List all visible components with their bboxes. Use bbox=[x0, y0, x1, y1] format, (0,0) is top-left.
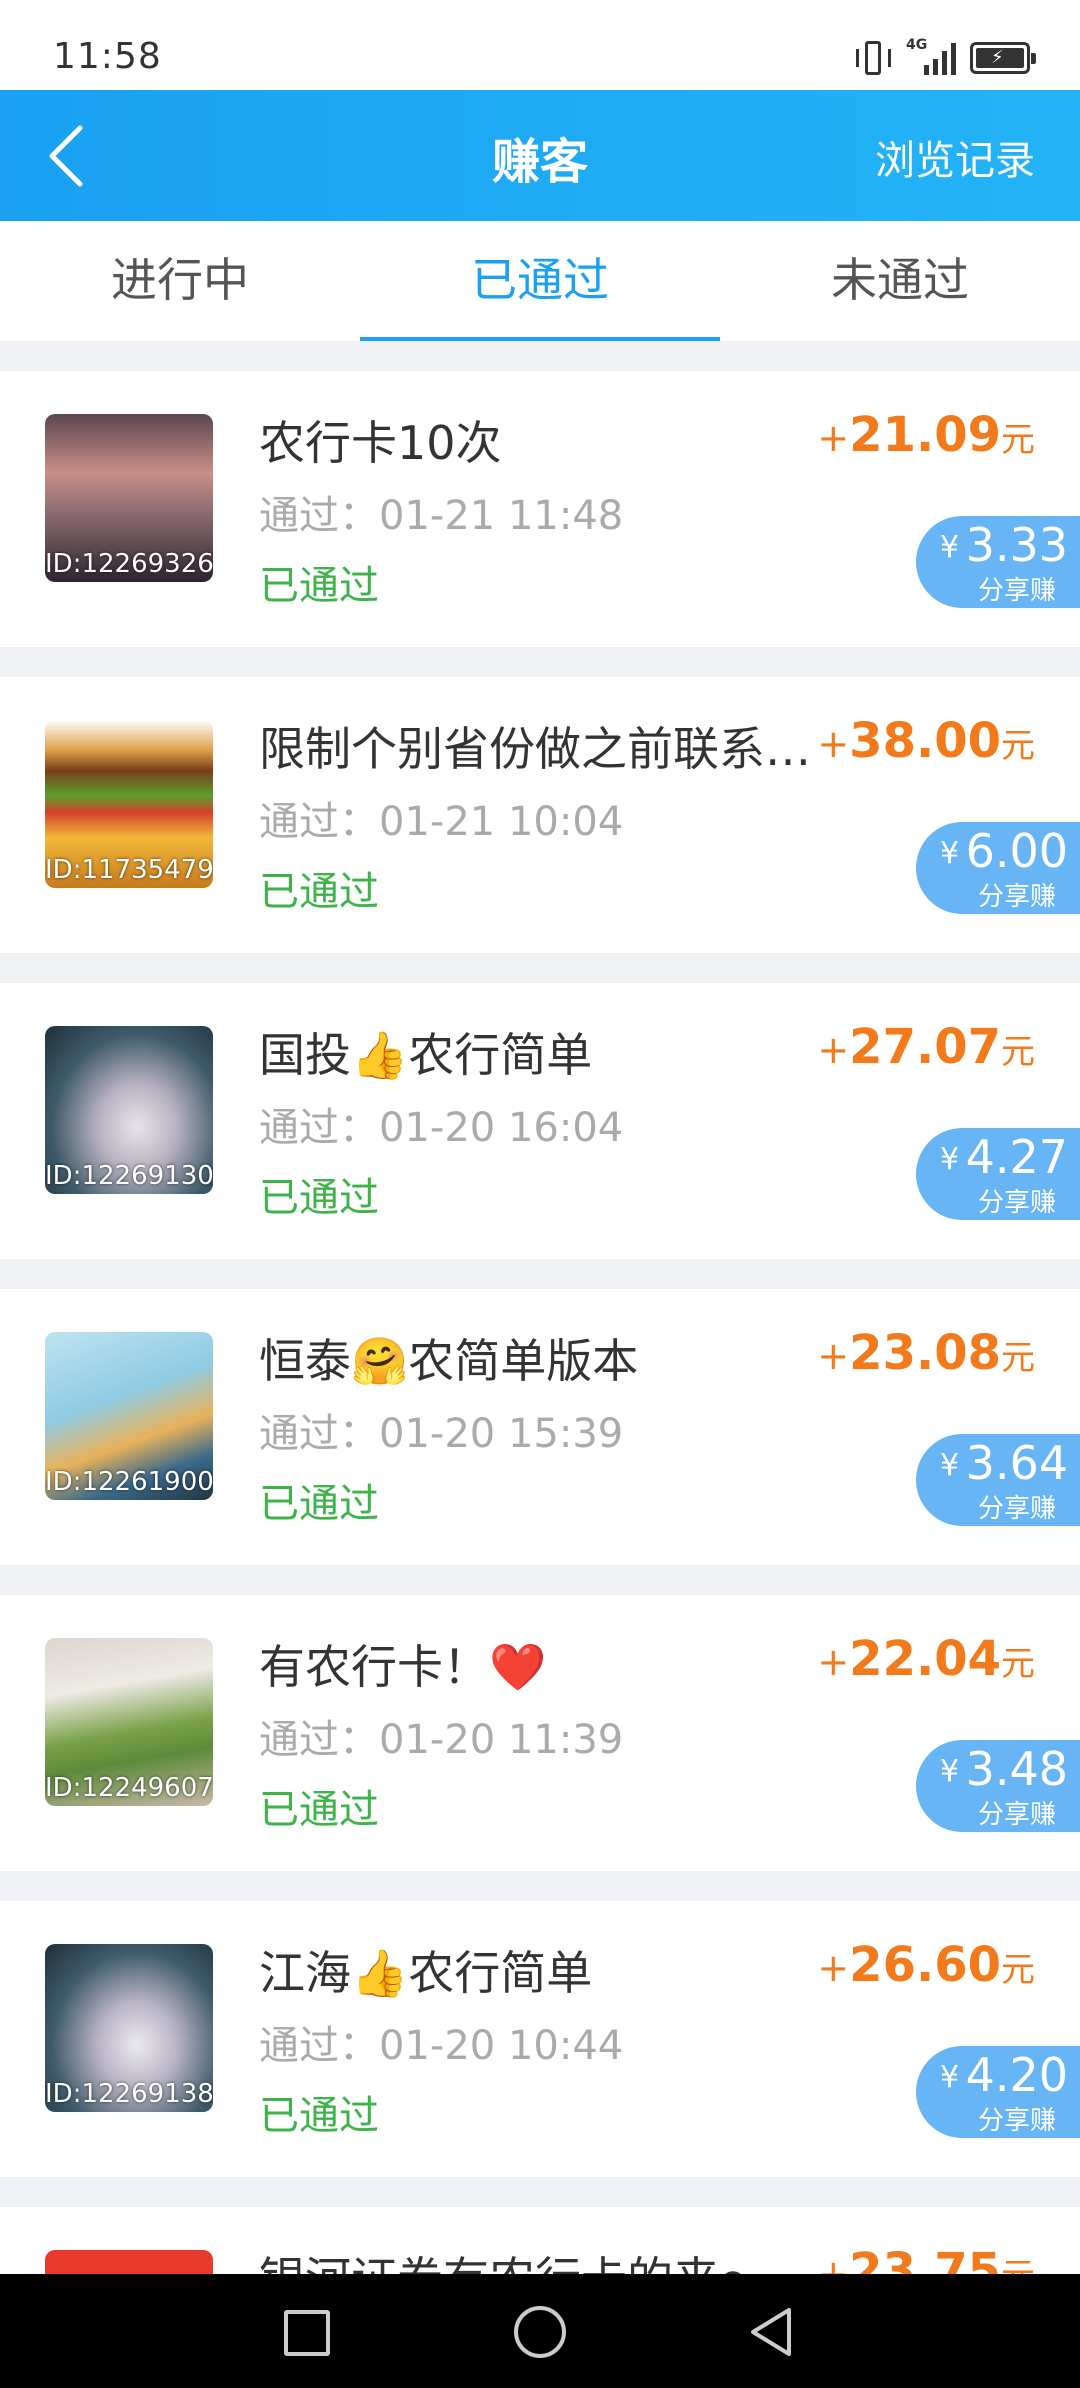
vibrate-icon bbox=[854, 41, 892, 75]
share-value: 3.64 bbox=[965, 1436, 1068, 1490]
task-list: ID:12269326 农行卡10次 通过：01-21 11:48 已通过 +2… bbox=[0, 341, 1080, 2274]
share-label: 分享赚 bbox=[977, 1494, 1056, 1524]
task-title: 有农行卡！❤️ bbox=[259, 1640, 547, 1694]
task-time: 通过：01-20 16:04 bbox=[259, 1105, 624, 1151]
signal-icon: 4G bbox=[906, 37, 956, 75]
battery-icon: ⚡ bbox=[970, 42, 1036, 74]
task-reward: +27.07元 bbox=[817, 1019, 1035, 1075]
status-icons: 4G ⚡ bbox=[854, 37, 1036, 78]
reward-amount: 21.09 bbox=[849, 407, 1001, 463]
task-card[interactable]: ID:12269326 农行卡10次 通过：01-21 11:48 已通过 +2… bbox=[0, 371, 1080, 647]
task-card[interactable]: ID:11735479 限制个别省份做之前联系… 通过：01-21 10:04 … bbox=[0, 677, 1080, 953]
share-value: 3.48 bbox=[965, 1742, 1068, 1796]
task-title: 限制个别省份做之前联系… bbox=[259, 722, 811, 776]
share-earn-button[interactable]: ¥ 3.64 分享赚 bbox=[916, 1434, 1080, 1526]
task-reward: +38.00元 bbox=[817, 713, 1035, 769]
share-value: 4.20 bbox=[965, 2048, 1068, 2102]
share-label: 分享赚 bbox=[977, 1188, 1056, 1218]
reward-amount: 23.08 bbox=[849, 1325, 1001, 1381]
task-card[interactable]: ID:12261900 恒泰🤗农简单版本 通过：01-20 15:39 已通过 … bbox=[0, 1289, 1080, 1565]
task-thumbnail: ID:12269130 bbox=[45, 1026, 213, 1194]
reward-amount: 22.04 bbox=[849, 1631, 1001, 1687]
task-reward: +26.60元 bbox=[817, 1937, 1035, 1993]
task-title: 农行卡10次 bbox=[259, 416, 502, 470]
task-time: 通过：01-20 10:44 bbox=[259, 2023, 624, 2069]
task-title: 银河证券有农行卡的来～ bbox=[259, 2243, 829, 2274]
share-label: 分享赚 bbox=[977, 1800, 1056, 1830]
reward-amount: 27.07 bbox=[849, 1019, 1001, 1075]
task-title: 恒泰🤗农简单版本 bbox=[259, 1334, 639, 1388]
task-id: ID:12269130 bbox=[45, 1161, 213, 1191]
share-earn-button[interactable]: ¥ 6.00 分享赚 bbox=[916, 822, 1080, 914]
task-status: 已通过 bbox=[259, 869, 379, 915]
reward-amount: 38.00 bbox=[849, 713, 1001, 769]
home-button[interactable] bbox=[514, 2306, 566, 2358]
task-reward: +23.75元 bbox=[817, 2243, 1035, 2274]
task-time: 通过：01-20 11:39 bbox=[259, 1717, 624, 1763]
task-thumbnail: ID:12261900 bbox=[45, 1332, 213, 1500]
task-status: 已通过 bbox=[259, 563, 379, 609]
task-card[interactable]: ID:12269138 江海👍农行简单 通过：01-20 10:44 已通过 +… bbox=[0, 1901, 1080, 2177]
share-value: 3.33 bbox=[965, 518, 1068, 572]
task-status: 已通过 bbox=[259, 1175, 379, 1221]
task-id: ID:12249607 bbox=[45, 1773, 213, 1803]
status-time: 11:58 bbox=[53, 36, 162, 77]
task-id: ID:12261900 bbox=[45, 1467, 213, 1497]
triangle-back-icon bbox=[751, 2308, 791, 2356]
system-nav-bar bbox=[0, 2274, 1080, 2388]
task-card[interactable]: ID:12249607 有农行卡！❤️ 通过：01-20 11:39 已通过 +… bbox=[0, 1595, 1080, 1871]
tab-failed[interactable]: 未通过 bbox=[720, 221, 1080, 341]
share-label: 分享赚 bbox=[977, 2106, 1056, 2136]
task-reward: +21.09元 bbox=[817, 407, 1035, 463]
task-status: 已通过 bbox=[259, 1481, 379, 1527]
task-thumbnail: ID:11735479 bbox=[45, 720, 213, 888]
share-label: 分享赚 bbox=[977, 576, 1056, 606]
task-reward: +22.04元 bbox=[817, 1631, 1035, 1687]
task-time: 通过：01-21 10:04 bbox=[259, 799, 624, 845]
task-thumbnail: ID:12269326 bbox=[45, 414, 213, 582]
browse-history-link[interactable]: 浏览记录 bbox=[875, 128, 1035, 186]
task-status: 已通过 bbox=[259, 1787, 379, 1833]
reward-amount: 23.75 bbox=[849, 2243, 1001, 2274]
share-value: 4.27 bbox=[965, 1130, 1068, 1184]
tab-in-progress[interactable]: 进行中 bbox=[0, 221, 360, 341]
share-earn-button[interactable]: ¥ 3.48 分享赚 bbox=[916, 1740, 1080, 1832]
task-status: 已通过 bbox=[259, 2093, 379, 2139]
task-title: 国投👍农行简单 bbox=[259, 1028, 593, 1082]
status-tabs: 进行中 已通过 未通过 bbox=[0, 221, 1080, 341]
task-thumbnail: ID:12249607 bbox=[45, 1638, 213, 1806]
task-id: ID:11735479 bbox=[45, 855, 213, 885]
network-type: 4G bbox=[906, 37, 928, 53]
task-id: ID:12269326 bbox=[45, 549, 213, 579]
task-thumbnail: ID:12269138 bbox=[45, 1944, 213, 2112]
share-label: 分享赚 bbox=[977, 882, 1056, 912]
task-card[interactable]: ID:12269130 国投👍农行简单 通过：01-20 16:04 已通过 +… bbox=[0, 983, 1080, 1259]
app-header: 赚客 浏览记录 bbox=[0, 90, 1080, 221]
back-nav-button[interactable] bbox=[745, 2306, 797, 2358]
share-earn-button[interactable]: ¥ 3.33 分享赚 bbox=[916, 516, 1080, 608]
task-title: 江海👍农行简单 bbox=[259, 1946, 593, 2000]
task-id: ID:12269138 bbox=[45, 2079, 213, 2109]
share-earn-button[interactable]: ¥ 4.20 分享赚 bbox=[916, 2046, 1080, 2138]
task-card[interactable]: 银河证券有农行卡的来～ +23.75元 bbox=[0, 2207, 1080, 2274]
task-reward: +23.08元 bbox=[817, 1325, 1035, 1381]
tab-passed[interactable]: 已通过 bbox=[360, 221, 720, 341]
recents-button[interactable] bbox=[284, 2310, 330, 2356]
share-value: 6.00 bbox=[965, 824, 1068, 878]
task-time: 通过：01-20 15:39 bbox=[259, 1411, 624, 1457]
reward-amount: 26.60 bbox=[849, 1937, 1001, 1993]
share-earn-button[interactable]: ¥ 4.27 分享赚 bbox=[916, 1128, 1080, 1220]
status-bar: 11:58 4G ⚡ bbox=[0, 0, 1080, 90]
task-time: 通过：01-21 11:48 bbox=[259, 493, 624, 539]
task-thumbnail bbox=[45, 2250, 213, 2274]
